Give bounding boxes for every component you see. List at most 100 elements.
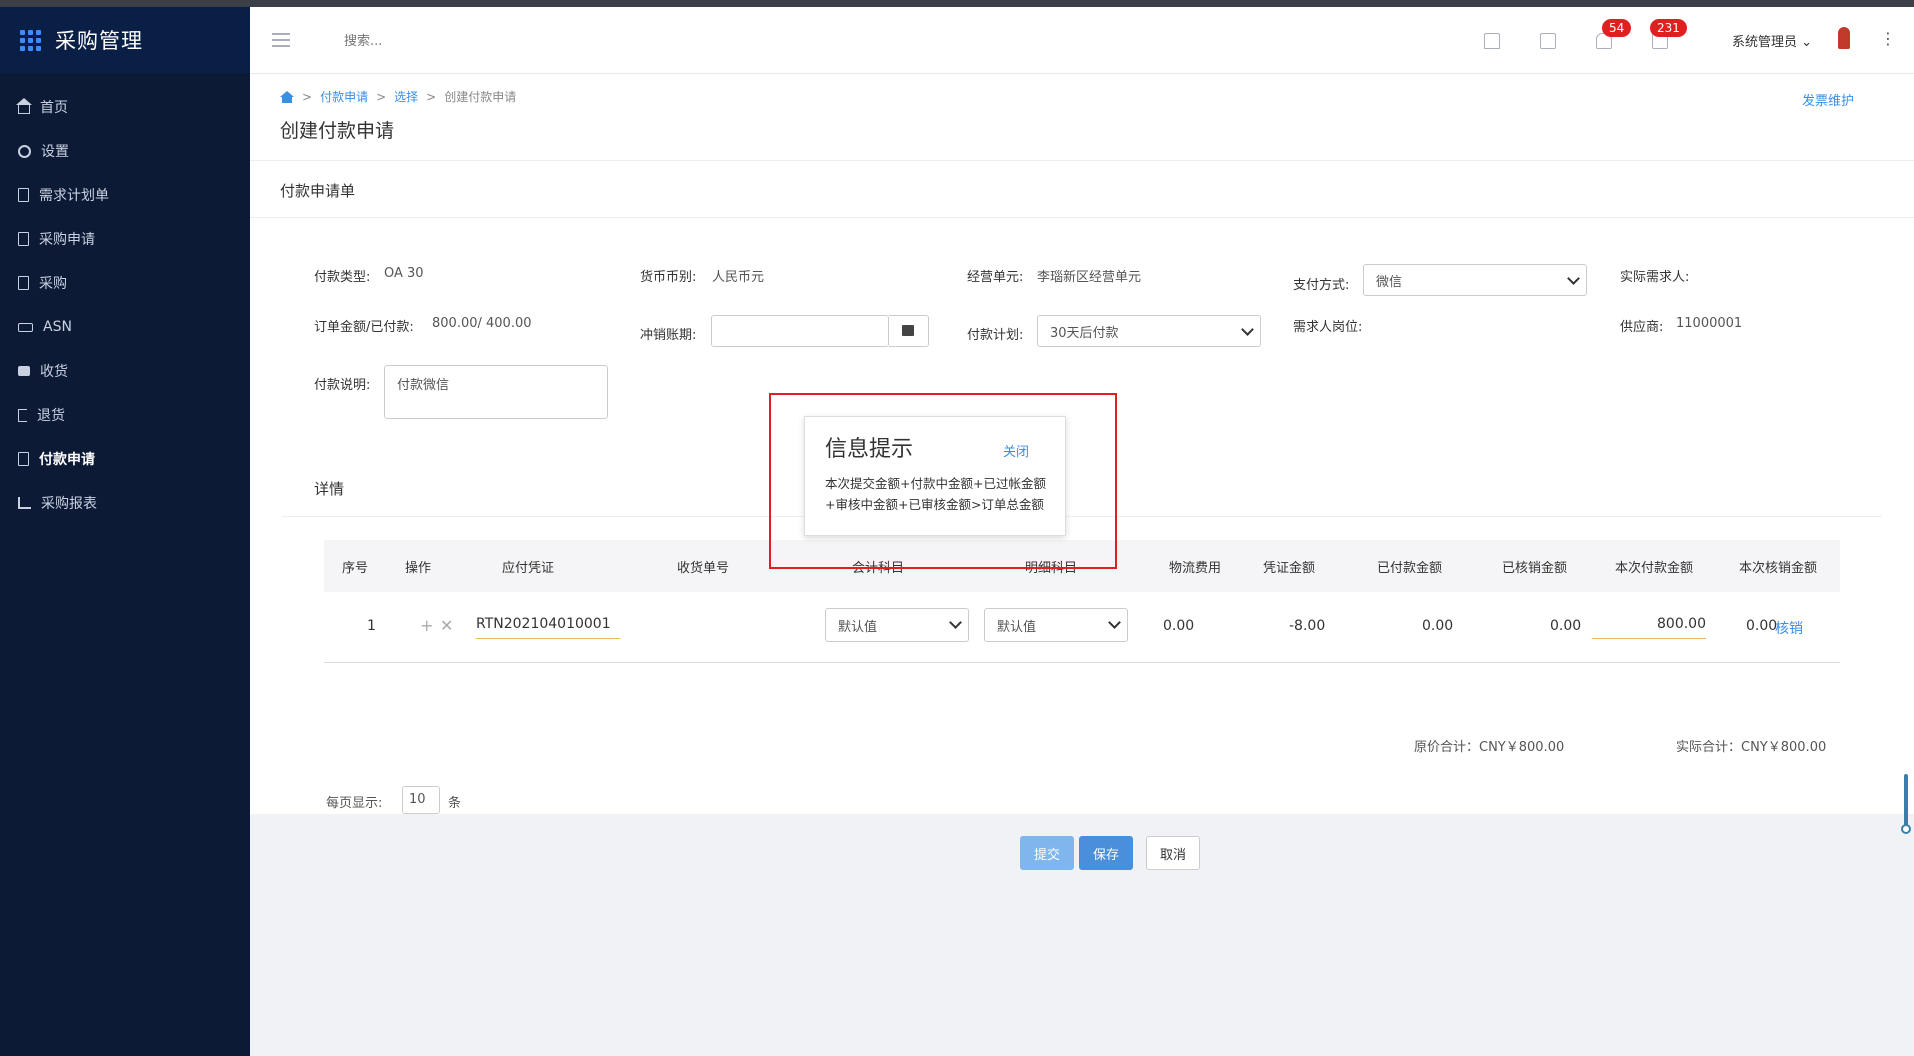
breadcrumb-separator: >: [376, 89, 387, 104]
invoice-maintenance-link[interactable]: 发票维护: [1802, 90, 1854, 109]
section-title: 付款申请单: [280, 182, 356, 200]
col-writeoff-now: 本次核销金额: [1739, 561, 1818, 576]
pay-method-select[interactable]: 微信: [1363, 264, 1587, 296]
col-voucher-amount: 凭证金额: [1263, 561, 1316, 576]
document-icon: [18, 188, 29, 202]
description-textarea[interactable]: 付款微信: [384, 365, 608, 419]
sidebar-item-label: 付款申请: [39, 452, 95, 468]
account-select[interactable]: 默认值: [825, 608, 969, 642]
sidebar-item-purchase-request[interactable]: 采购申请: [0, 217, 250, 261]
modal-message: 本次提交金额+付款中金额+已过帐金额+审核中金额+已审核金额>订单总金额: [825, 476, 1046, 512]
order-amount-label: 订单金额/已付款:: [314, 320, 414, 335]
per-page-unit: 条: [448, 796, 462, 811]
sidebar-item-payment-request[interactable]: 付款申请: [0, 437, 250, 481]
home-icon: [16, 97, 32, 114]
description-label: 付款说明:: [314, 378, 371, 393]
sidebar-item-receiving[interactable]: 收货: [0, 349, 250, 393]
writeoff-period-label: 冲销账期:: [640, 328, 697, 343]
brand[interactable]: 采购管理: [0, 7, 250, 73]
save-button[interactable]: 保存: [1079, 836, 1133, 870]
requester-label: 实际需求人:: [1620, 270, 1690, 285]
home-icon[interactable]: [1484, 33, 1500, 49]
writeoff-period-input[interactable]: [711, 315, 889, 347]
breadcrumb-separator: >: [302, 89, 313, 104]
chevron-down-icon: [1567, 272, 1580, 285]
submit-button[interactable]: 提交: [1020, 836, 1074, 870]
user-menu[interactable]: 系统管理员 ⌄: [1732, 31, 1812, 50]
logout-icon: [18, 408, 27, 422]
sidebar-item-returns[interactable]: 退货: [0, 393, 250, 437]
sidebar-item-settings[interactable]: 设置: [0, 129, 250, 173]
menu-toggle-icon[interactable]: [272, 33, 290, 51]
scroll-indicator[interactable]: [1901, 774, 1911, 834]
modal-title: 信息提示: [825, 437, 914, 462]
table-header: 序号 操作 应付凭证 收货单号 会计科目 明细科目 物流费用 凭证金额 已付款金…: [324, 540, 1840, 593]
more-vertical-icon[interactable]: ⋮: [1880, 29, 1896, 48]
user-name: 系统管理员: [1732, 35, 1798, 50]
sidebar-item-label: 需求计划单: [39, 188, 109, 204]
row-index: 1: [367, 618, 376, 634]
detail-account-select[interactable]: 默认值: [984, 608, 1128, 642]
chevron-down-icon: [1241, 323, 1254, 336]
grid-icon[interactable]: [1540, 33, 1556, 49]
document-icon: [18, 232, 29, 246]
home-icon[interactable]: [280, 90, 294, 103]
writeoff-now-value: 0.00: [1746, 618, 1778, 634]
page-title: 创建付款申请: [280, 120, 395, 142]
voucher-field[interactable]: RTN202104010001: [476, 616, 620, 639]
sidebar-item-label: 采购报表: [41, 496, 97, 512]
truck-icon: [18, 322, 33, 332]
apps-grid-icon: [20, 29, 41, 51]
sidebar-item-purchase-report[interactable]: 采购报表: [0, 481, 250, 525]
document-icon: [18, 276, 29, 290]
original-total: 原价合计：CNY￥800.00: [1414, 740, 1565, 755]
pay-method-label: 支付方式:: [1293, 278, 1350, 293]
payment-type-value: OA 30: [384, 266, 424, 281]
breadcrumb-select[interactable]: 选择: [394, 88, 418, 105]
order-amount-value: 800.00/ 400.00: [432, 316, 532, 331]
add-icon[interactable]: +: [420, 616, 433, 635]
col-detail-account: 明细科目: [1025, 561, 1078, 576]
cancel-button[interactable]: 取消: [1146, 836, 1200, 870]
sidebar-item-purchase[interactable]: 采购: [0, 261, 250, 305]
divider: [282, 516, 1882, 517]
breadcrumb: > 付款申请 > 选择 > 创建付款申请: [280, 88, 516, 105]
writeoff-link[interactable]: 核销: [1775, 618, 1803, 638]
gear-icon: [18, 144, 31, 158]
detail-title: 详情: [314, 480, 345, 498]
pay-now-field[interactable]: 800.00: [1592, 616, 1706, 639]
paid-value: 0.00: [1422, 618, 1454, 634]
sidebar-item-label: 采购: [39, 276, 67, 292]
calendar-button[interactable]: [889, 315, 929, 347]
table-row: 1 + ✕ RTN202104010001 默认值 默认值 0.00 -8.00…: [324, 592, 1840, 663]
currency-label: 货币币别:: [640, 270, 697, 285]
payment-plan-select[interactable]: 30天后付款: [1037, 315, 1261, 347]
sidebar-item-asn[interactable]: ASN: [0, 305, 250, 349]
sidebar-item-home[interactable]: 首页: [0, 85, 250, 129]
logistics-value: 0.00: [1163, 618, 1195, 634]
sidebar-item-demand-plan[interactable]: 需求计划单: [0, 173, 250, 217]
sidebar: 采购管理 首页 设置 需求计划单 采购申请 采购 ASN 收货 退货 付款申请 …: [0, 7, 250, 1056]
breadcrumb-payment-request[interactable]: 付款申请: [320, 88, 368, 105]
messages-badge: 231: [1650, 19, 1687, 37]
document-icon: [18, 452, 29, 466]
sidebar-item-label: 设置: [41, 144, 69, 160]
payment-plan-label: 付款计划:: [967, 328, 1024, 343]
divider: [250, 217, 1914, 218]
col-logistics: 物流费用: [1169, 561, 1222, 576]
top-header: 54 231 系统管理员 ⌄ ⋮: [250, 7, 1914, 74]
avatar[interactable]: [1838, 27, 1850, 49]
divider: [250, 160, 1914, 161]
search-input[interactable]: [342, 29, 546, 53]
actual-total: 实际合计：CNY￥800.00: [1676, 740, 1827, 755]
sidebar-menu: 首页 设置 需求计划单 采购申请 采购 ASN 收货 退货 付款申请 采购报表: [0, 85, 250, 525]
modal-close-link[interactable]: 关闭: [1003, 441, 1029, 460]
close-icon[interactable]: ✕: [440, 616, 453, 635]
per-page-input[interactable]: 10: [402, 786, 440, 814]
col-paid: 已付款金额: [1377, 561, 1443, 576]
payment-plan-value: 30天后付款: [1050, 325, 1119, 341]
sidebar-item-label: ASN: [43, 319, 72, 335]
sidebar-item-label: 首页: [40, 100, 68, 116]
calendar-icon: [902, 325, 914, 336]
col-written-off: 已核销金额: [1502, 561, 1568, 576]
